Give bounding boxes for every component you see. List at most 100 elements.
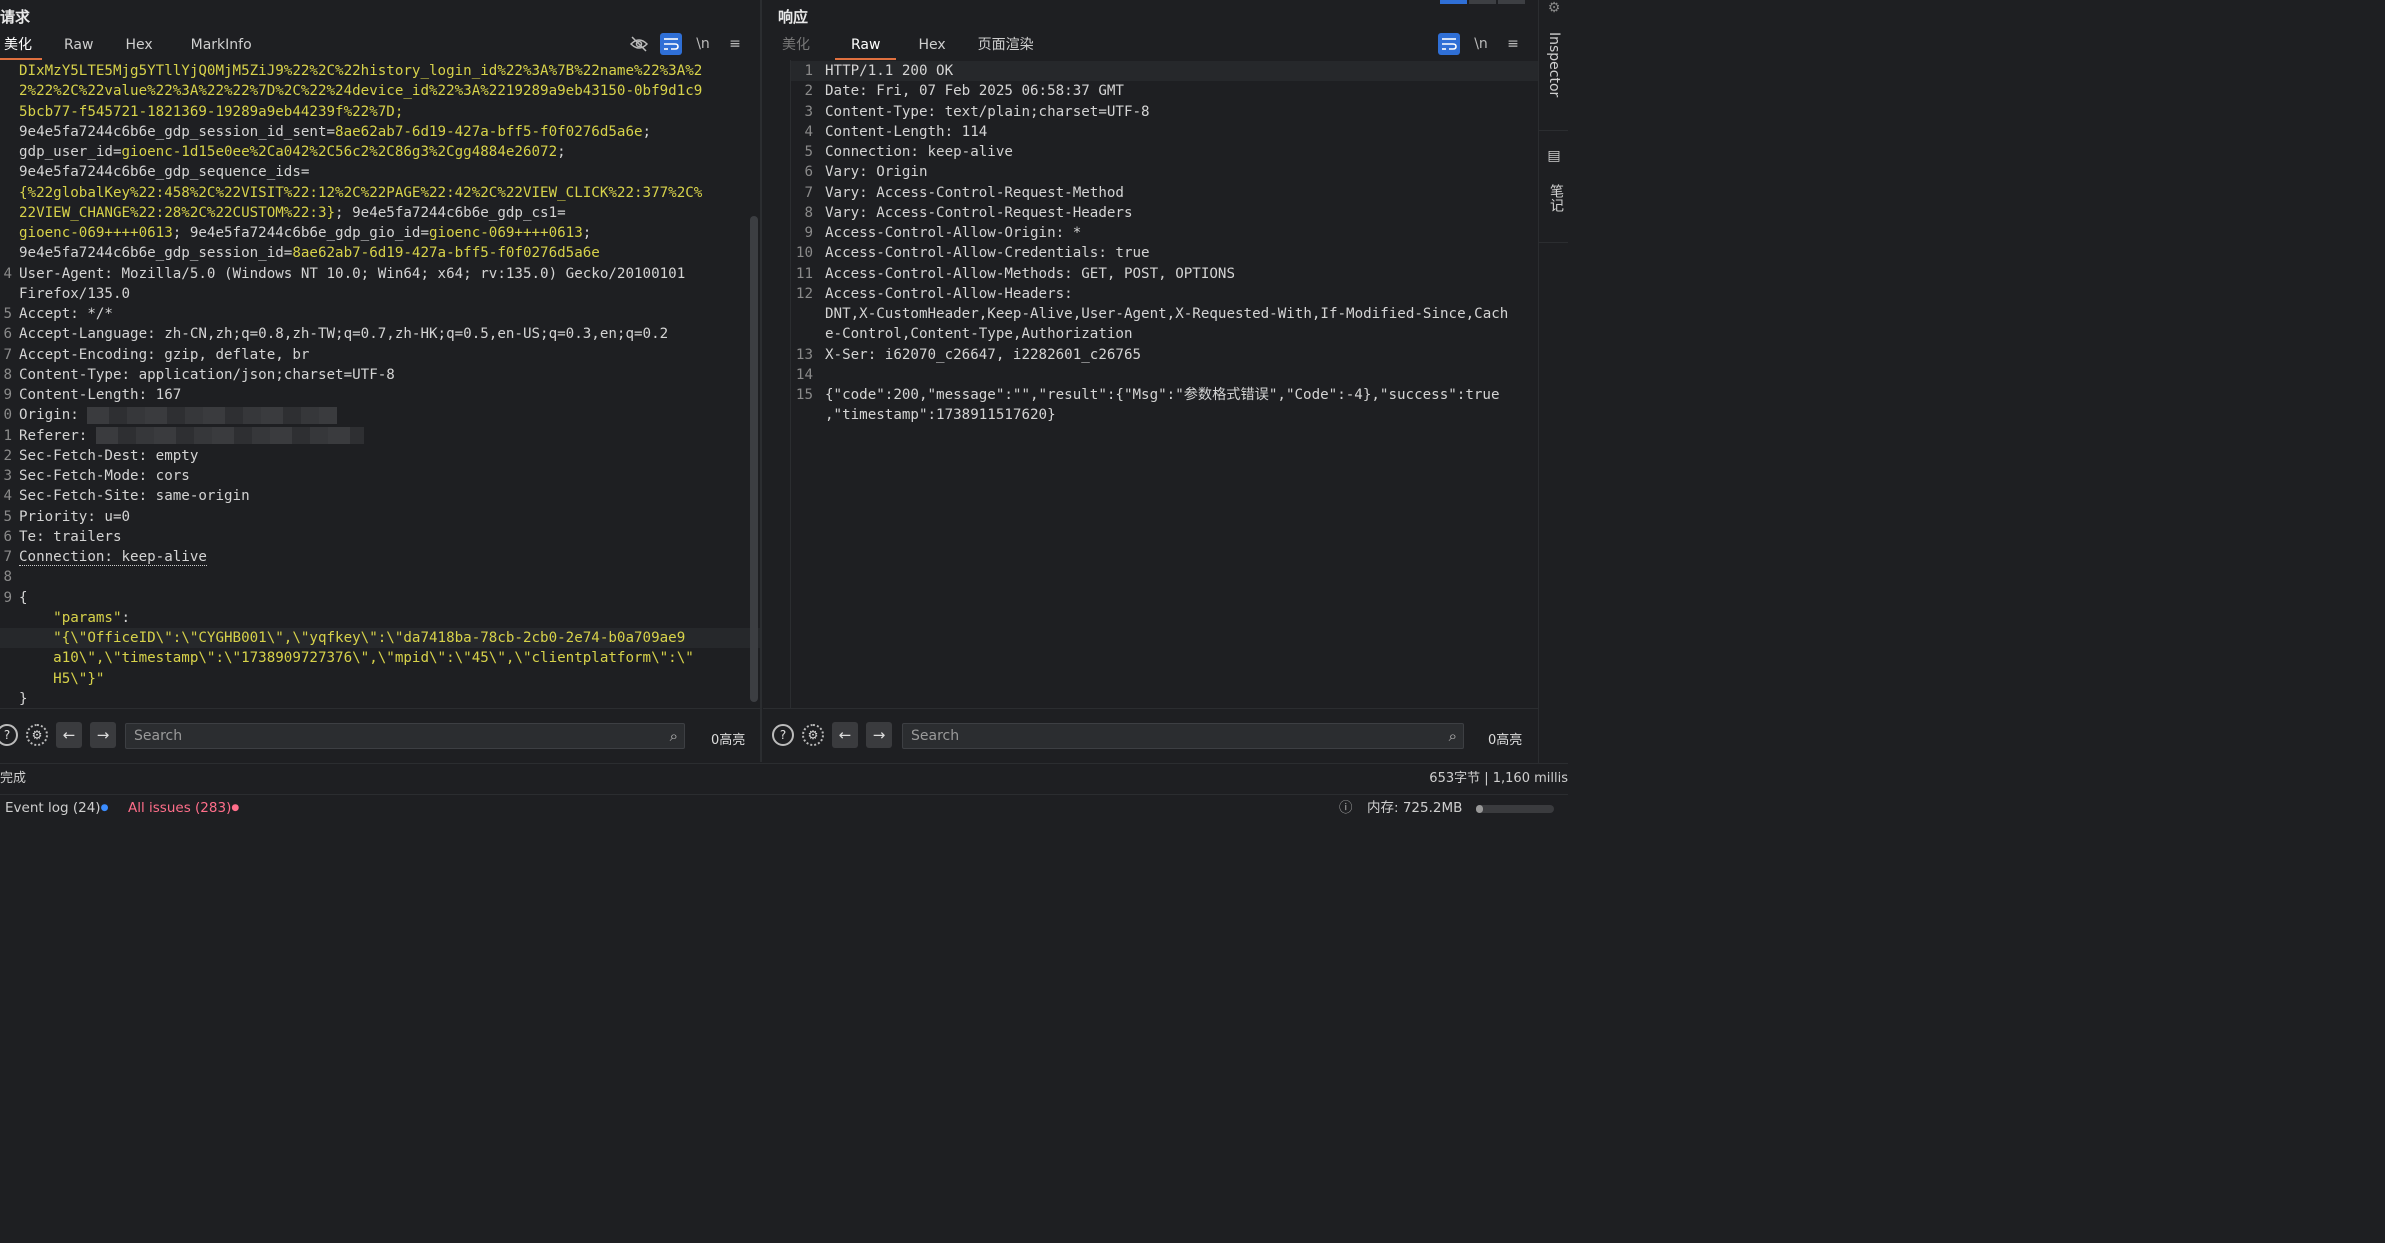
search-icon[interactable]: ⌕ [1449, 724, 1457, 748]
search-icon[interactable]: ⌕ [670, 724, 678, 748]
code-line[interactable]: a10\",\"timestamp\":\"1738909727376\",\"… [0, 648, 760, 668]
code-line[interactable]: "{\"OfficeID\":\"CYGHB001\",\"yqfkey\":\… [0, 628, 760, 648]
line-text: 2%22%2C%22value%22%3A%22%22%7D%2C%22%24d… [19, 81, 702, 101]
code-line[interactable]: gdp_user_id=gioenc-1d15e0ee%2Ca042%2C56c… [0, 142, 760, 162]
tab-request-markinfo[interactable]: MarkInfo [181, 36, 262, 60]
line-text: Sec-Fetch-Mode: cors [19, 466, 190, 486]
token: gioenc-069++++0613 [19, 225, 173, 241]
code-line[interactable]: 7 Accept-Encoding: gzip, deflate, br [0, 345, 760, 365]
code-line[interactable]: 2%22%2C%22value%22%3A%22%22%7D%2C%22%24d… [0, 81, 760, 101]
arrow-left-icon[interactable]: ← [832, 722, 858, 748]
line-text: Content-Length: 167 [19, 385, 181, 405]
layout-toggle[interactable] [1440, 0, 1525, 4]
code-line[interactable]: 2 Date: Fri, 07 Feb 2025 06:58:37 GMT [791, 81, 1538, 101]
newline-icon[interactable]: \n [1470, 33, 1492, 55]
newline-icon[interactable]: \n [692, 33, 714, 55]
line-text: DIxMzY5LTE5Mjg5YTllYjQ0MjM5ZiJ9%22%2C%22… [19, 61, 702, 81]
tab-response-raw[interactable]: Raw [835, 36, 897, 60]
tab-request-raw[interactable]: Raw [54, 36, 103, 60]
code-line[interactable]: H5\"}" [0, 669, 760, 689]
token: : empty [138, 447, 199, 464]
code-line[interactable]: ,"timestamp":1738911517620} [791, 405, 1538, 425]
request-editor[interactable]: DIxMzY5LTE5Mjg5YTllYjQ0MjM5ZiJ9%22%2C%22… [0, 60, 760, 708]
arrow-right-icon[interactable]: → [90, 722, 116, 748]
code-line[interactable]: 12 Access-Control-Allow-Headers: [791, 284, 1538, 304]
code-line[interactable]: 1 HTTP/1.1 200 OK [791, 61, 1538, 81]
code-line[interactable]: 3 Content-Type: text/plain;charset=UTF-8 [791, 102, 1538, 122]
sidebar-inspector[interactable]: Inspector [1546, 32, 1562, 97]
code-line[interactable]: 7 Vary: Access-Control-Request-Method [791, 183, 1538, 203]
code-line[interactable]: 6 Accept-Language: zh-CN,zh;q=0.8,zh-TW;q… [0, 324, 760, 344]
wrap-icon[interactable] [1438, 33, 1460, 55]
code-line[interactable]: 5 Accept: */* [0, 304, 760, 324]
code-line[interactable]: 14 [791, 365, 1538, 385]
code-line[interactable]: 9 Content-Length: 167 [0, 385, 760, 405]
info-icon[interactable]: ⓘ [1339, 795, 1353, 821]
code-line[interactable]: DIxMzY5LTE5Mjg5YTllYjQ0MjM5ZiJ9%22%2C%22… [0, 61, 760, 81]
token: H5\"}" [53, 670, 105, 687]
code-line[interactable]: 4 Content-Length: 114 [791, 122, 1538, 142]
token: DIxMzY5LTE5Mjg5YTllYjQ0MjM5ZiJ9%22%2C%22… [19, 63, 703, 79]
code-line[interactable]: 4 Sec-Fetch-Site: same-origin [0, 486, 760, 506]
gear-icon[interactable]: ⚙ [26, 724, 48, 746]
tab-request-hex[interactable]: Hex [115, 36, 162, 60]
code-line[interactable]: DNT,X-CustomHeader,Keep-Alive,User-Agent… [791, 304, 1538, 324]
arrow-left-icon[interactable]: ← [56, 722, 82, 748]
code-line[interactable]: 8 [0, 567, 760, 587]
menu-icon[interactable]: ≡ [724, 33, 746, 55]
code-line[interactable]: 22VIEW_CHANGE%22:28%2C%22CUSTOM%22:3}; 9… [0, 203, 760, 223]
menu-icon[interactable]: ≡ [1502, 33, 1524, 55]
help-icon[interactable]: ? [772, 724, 794, 746]
tab-response-hex[interactable]: Hex [908, 36, 955, 60]
code-line[interactable]: 10 Access-Control-Allow-Credentials: true [791, 243, 1538, 263]
wrap-icon[interactable] [660, 33, 682, 55]
token: : Fri, 07 Feb 2025 06:58:37 GMT [859, 83, 1124, 100]
code-line[interactable]: 3 Sec-Fetch-Mode: cors [0, 466, 760, 486]
code-line[interactable]: 5 Connection: keep-alive [791, 142, 1538, 162]
sidebar-notes[interactable]: 笔记 [1546, 184, 1566, 212]
event-log-link[interactable]: Event log (24)● [5, 795, 108, 821]
code-line[interactable]: 11 Access-Control-Allow-Methods: GET, POS… [791, 264, 1538, 284]
code-line[interactable]: 0 Origin: [0, 405, 760, 425]
code-line[interactable]: 13 X-Ser: i62070_c26647, i2282601_c26765 [791, 345, 1538, 365]
tab-request-pretty[interactable]: 美化 [0, 36, 42, 60]
code-line[interactable]: 6 Te: trailers [0, 527, 760, 547]
gear-icon[interactable]: ⚙ [802, 724, 824, 746]
code-line[interactable]: 9{ [0, 588, 760, 608]
code-line[interactable]: gioenc-069++++0613; 9e4e5fa7244c6b6e_gdp… [0, 223, 760, 243]
issues-link[interactable]: All issues (283)● [128, 795, 239, 821]
arrow-right-icon[interactable]: → [866, 722, 892, 748]
tab-response-render[interactable]: 页面渲染 [968, 36, 1044, 60]
code-line[interactable]: {%22globalKey%22:458%2C%22VISIT%22:12%2C… [0, 183, 760, 203]
code-line[interactable]: e-Control,Content-Type,Authorization [791, 324, 1538, 344]
code-line[interactable]: "params": [0, 608, 760, 628]
code-line[interactable]: 9e4e5fa7244c6b6e_gdp_sequence_ids= [0, 162, 760, 182]
token: : application/json;charset=UTF-8 [121, 366, 395, 383]
response-search-input[interactable]: Search ⌕ [902, 723, 1464, 749]
code-line[interactable]: 5bcb77-f545721-1821369-19289a9eb44239f%2… [0, 102, 760, 122]
code-line[interactable]: 9e4e5fa7244c6b6e_gdp_session_id_sent=8ae… [0, 122, 760, 142]
code-line[interactable]: 9e4e5fa7244c6b6e_gdp_session_id=8ae62ab7… [0, 243, 760, 263]
code-line[interactable]: 7 Connection: keep-alive [0, 547, 760, 567]
line-number: 1 [3, 427, 12, 444]
line-text: Sec-Fetch-Site: same-origin [19, 486, 250, 506]
code-line[interactable]: 15 {"code":200,"message":"","result":{"Ms… [791, 385, 1538, 405]
code-line[interactable]: 2 Sec-Fetch-Dest: empty [0, 446, 760, 466]
code-line[interactable]: 4 User-Agent: Mozilla/5.0 (Windows NT 10.… [0, 264, 760, 284]
request-scrollbar[interactable] [750, 216, 758, 702]
response-editor[interactable]: 1 HTTP/1.1 200 OK 2 Date: Fri, 07 Feb 2025 … [790, 60, 1538, 708]
code-line[interactable]: 8 Content-Type: application/json;charset=… [0, 365, 760, 385]
code-line[interactable]: 5 Priority: u=0 [0, 507, 760, 527]
tab-response-pretty[interactable]: 美化 [772, 36, 820, 60]
eye-slash-icon[interactable] [628, 33, 650, 55]
code-line[interactable]: } [0, 689, 760, 708]
request-search-input[interactable]: Search ⌕ [125, 723, 685, 749]
code-line[interactable]: 1 Referer: [0, 426, 760, 446]
code-line[interactable]: 6 Vary: Origin [791, 162, 1538, 182]
notes-icon[interactable]: ▤ [1546, 148, 1562, 164]
sidebar-settings-icon[interactable]: ⚙ [1546, 0, 1562, 16]
code-line[interactable]: Firefox/135.0 [0, 284, 760, 304]
code-line[interactable]: 8 Vary: Access-Control-Request-Headers [791, 203, 1538, 223]
code-line[interactable]: 9 Access-Control-Allow-Origin: * [791, 223, 1538, 243]
help-icon[interactable]: ? [0, 724, 18, 746]
